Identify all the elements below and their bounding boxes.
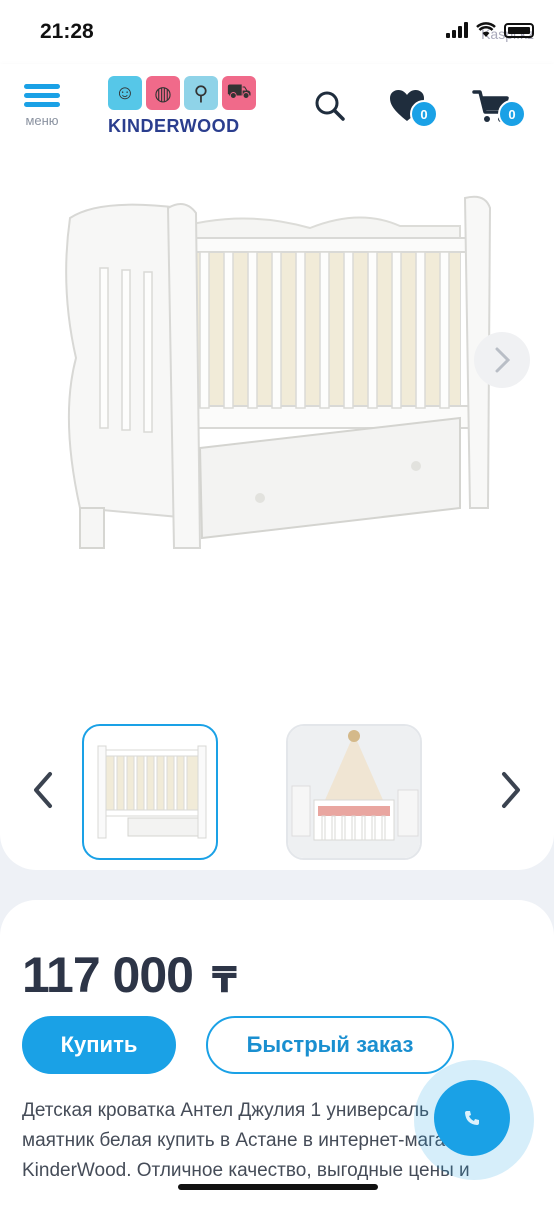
thumbnail-room-image	[288, 726, 420, 858]
signal-icon	[446, 22, 468, 38]
product-price: 117 000 ₸	[22, 946, 237, 1004]
next-image-button[interactable]	[474, 332, 530, 388]
thumbnail-crib-image	[97, 745, 207, 839]
cart-button[interactable]: 0	[472, 84, 528, 130]
chevron-right-icon	[495, 347, 511, 373]
status-bar: 21:28 Kaspi.kz	[0, 0, 554, 64]
main-product-image[interactable]	[40, 178, 510, 598]
phone-icon	[465, 1111, 479, 1125]
buy-button[interactable]: Купить	[22, 1016, 176, 1074]
status-time: 21:28	[40, 20, 94, 43]
wifi-icon	[476, 22, 496, 37]
logo-baby-face-icon: ☺	[108, 76, 142, 110]
logo-bib-icon: ◍	[146, 76, 180, 110]
callback-button[interactable]	[434, 1080, 510, 1156]
wishlist-count-badge: 0	[410, 100, 438, 128]
quick-order-button[interactable]: Быстрый заказ	[206, 1016, 454, 1074]
kinderwood-logo[interactable]: ☺ ◍ ⚲ ⛟ KINDERWOOD	[108, 76, 260, 138]
thumbnail-2[interactable]	[286, 724, 422, 860]
hamburger-icon-bar	[24, 102, 60, 107]
logo-text: KINDERWOOD	[108, 116, 240, 136]
thumbnail-1[interactable]	[82, 724, 218, 860]
search-icon[interactable]	[314, 90, 346, 122]
hamburger-icon-bar	[24, 93, 60, 98]
home-indicator	[178, 1184, 378, 1190]
product-gallery	[0, 148, 554, 870]
menu-label: меню	[25, 113, 59, 128]
thumbnails-prev-button[interactable]	[30, 770, 58, 810]
logo-bottle-icon: ⚲	[184, 76, 218, 110]
logo-stroller-icon: ⛟	[222, 76, 256, 110]
site-header: меню ☺ ◍ ⚲ ⛟ KINDERWOOD 0 0	[0, 64, 554, 148]
price-value: 117 000	[22, 947, 194, 1003]
hamburger-icon	[24, 84, 60, 89]
wishlist-button[interactable]: 0	[388, 84, 438, 130]
battery-icon	[504, 22, 534, 38]
thumbnails-next-button[interactable]	[496, 770, 524, 810]
cart-count-badge: 0	[498, 100, 526, 128]
status-icons	[446, 22, 534, 38]
menu-button[interactable]: меню	[20, 78, 64, 134]
logo-tiles: ☺ ◍ ⚲ ⛟	[108, 76, 260, 110]
price-currency: ₸	[211, 959, 237, 1000]
